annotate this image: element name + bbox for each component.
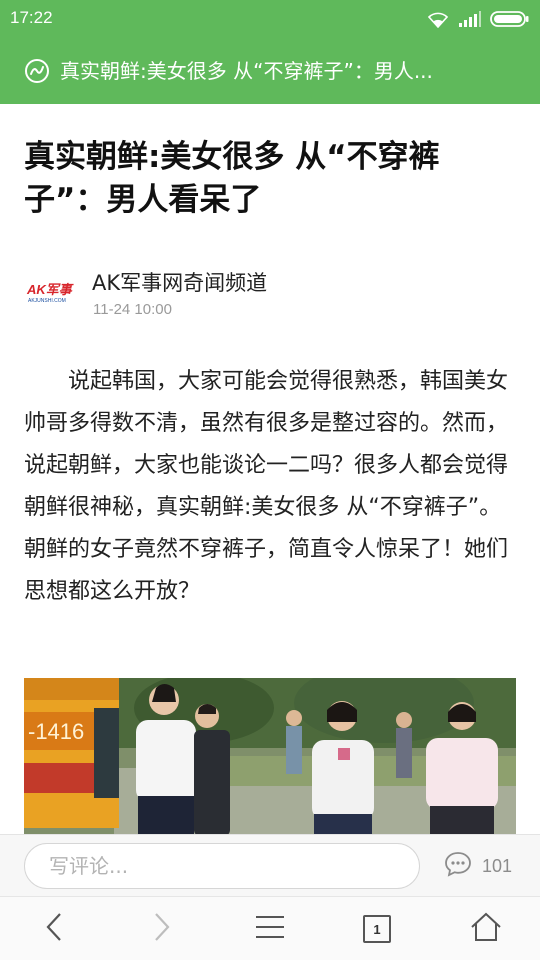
forward-icon: [152, 912, 172, 946]
source-logo-text: AK军事: [26, 282, 74, 297]
comment-icon: [444, 851, 472, 881]
tabs-icon: 1: [363, 915, 391, 943]
back-button[interactable]: [36, 911, 72, 947]
site-logo-icon[interactable]: [24, 58, 50, 84]
status-bar: 17:22: [0, 0, 540, 38]
home-button[interactable]: [468, 911, 504, 947]
status-time: 17:22: [10, 8, 53, 27]
article-photo[interactable]: -1416: [24, 678, 516, 836]
back-icon: [44, 912, 64, 946]
comment-bar: 101: [0, 834, 540, 896]
article-body: 说起韩国，大家可能会觉得很熟悉，韩国美女帅哥多得数不清，虽然有很多是整过容的。然…: [24, 369, 509, 604]
source-logo-subtext: AKJUNSHI.COM: [28, 298, 66, 304]
tabs-count: 1: [373, 922, 381, 937]
article-title: 真实朝鲜:美女很多 从“不穿裤子”：男人看呆了: [24, 139, 440, 218]
battery-icon: [490, 10, 530, 28]
menu-icon: [255, 914, 285, 944]
signal-icon: [458, 10, 482, 28]
menu-button[interactable]: [252, 911, 288, 947]
page-title: 真实朝鲜:美女很多 从“不穿裤子”：男人...: [60, 59, 433, 83]
forward-button[interactable]: [144, 911, 180, 947]
status-icons: [426, 9, 530, 29]
publish-time: 11-24 10:00: [93, 301, 172, 318]
source-name[interactable]: AK军事网奇闻频道: [92, 268, 267, 298]
comment-count: 101: [482, 855, 513, 876]
bus-number: -1416: [28, 719, 84, 744]
comment-count-button[interactable]: 101: [444, 851, 512, 881]
wifi-icon: [426, 10, 450, 28]
source-logo[interactable]: AK军事 AKJUNSHI.COM: [26, 280, 76, 304]
title-bar: 真实朝鲜:美女很多 从“不穿裤子”：男人...: [0, 38, 540, 104]
comment-input[interactable]: [24, 843, 420, 889]
tabs-button[interactable]: 1: [359, 911, 395, 947]
home-icon: [470, 912, 502, 946]
nav-bar: 1: [0, 896, 540, 960]
